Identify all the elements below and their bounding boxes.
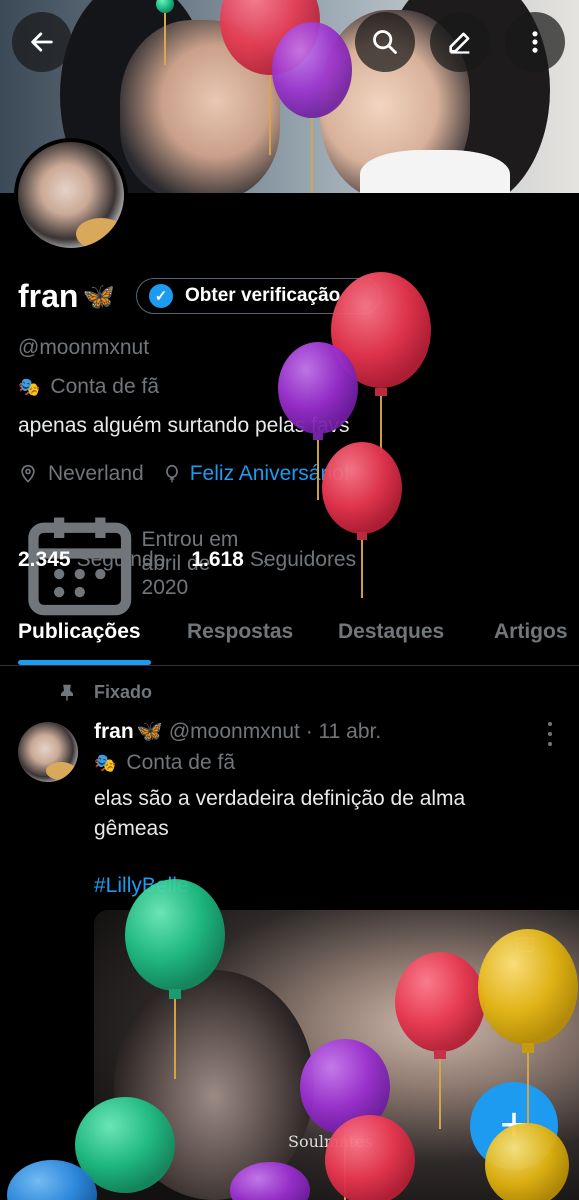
search-icon [373, 30, 397, 54]
back-arrow-icon [31, 32, 53, 52]
followers-count: 1.618 [191, 548, 244, 571]
tab-publicacoes[interactable]: Publicações [18, 620, 141, 644]
butterfly-emoji: 🦋 [82, 281, 115, 311]
balloon-icon [165, 464, 178, 483]
tab-destaques[interactable]: Destaques [338, 620, 444, 644]
post-header: fran 🦋 @moonmxnut · 11 abr. [94, 720, 381, 744]
tab-artigos[interactable]: Artigos [494, 620, 568, 644]
pencil-icon [449, 32, 470, 54]
profile-meta: Neverland Feliz Aniversário! [18, 462, 350, 486]
theater-mask-icon: 🎭 [94, 752, 117, 773]
video-caption: Soulmates [288, 1132, 373, 1151]
post-more-button[interactable] [546, 722, 554, 746]
compose-button[interactable]: + [470, 1082, 558, 1170]
following-label: Seguindo [76, 548, 166, 571]
more-vertical-icon [532, 31, 538, 53]
post-text: elas são a verdadeira definição de alma … [94, 787, 466, 840]
search-button[interactable] [355, 12, 415, 72]
profile-name: fran [18, 278, 79, 314]
plus-icon: + [499, 1099, 529, 1152]
theater-mask-icon: 🎭 [18, 376, 41, 397]
following-count: 2.345 [18, 548, 71, 571]
following-link[interactable]: 2.345 Seguindo [18, 548, 165, 572]
back-button[interactable] [12, 12, 72, 72]
birthday-label: Feliz Aniversário! [189, 462, 350, 485]
post-author-avatar[interactable] [18, 722, 78, 782]
profile-category: 🎭 Conta de fã [18, 375, 159, 399]
active-tab-indicator [18, 660, 151, 665]
profile-tabs: Publicações Respostas Destaques Artigos [0, 604, 579, 666]
followers-label: Seguidores [249, 548, 357, 571]
profile-category-label: Conta de fã [50, 375, 160, 398]
profile-handle: @moonmxnut [18, 336, 150, 359]
pin-icon [61, 684, 73, 700]
birthday-link[interactable]: Feliz Aniversário! [162, 462, 350, 486]
get-verified-button[interactable]: ✓ Obter verificação [136, 278, 381, 314]
follow-stats: 2.345 Seguindo 1.618 Seguidores [18, 548, 356, 572]
more-button[interactable] [505, 12, 565, 72]
get-verified-label: Obter verificação [185, 285, 341, 306]
post-hashtag[interactable]: #LillyBelle [94, 874, 189, 898]
pinned-label: Fixado [94, 682, 153, 702]
profile-bio: apenas alguém surtando pelas favs [18, 414, 350, 437]
pinned-indicator: Fixado [58, 682, 152, 703]
post-author-name[interactable]: fran [94, 720, 134, 744]
tab-respostas[interactable]: Respostas [187, 620, 293, 644]
post-author-emoji: 🦋 [136, 720, 163, 743]
post-author-category: 🎭 Conta de fã [94, 751, 235, 775]
post-handle-date: @moonmxnut · 11 abr. [168, 720, 382, 743]
balloon-blue-bottom [7, 1160, 97, 1200]
profile-location: Neverland [48, 462, 144, 485]
post-category-label: Conta de fã [126, 751, 236, 774]
edit-button[interactable] [430, 12, 490, 72]
captions-icon[interactable]: CC [516, 938, 534, 952]
verified-badge-icon: ✓ [149, 284, 173, 308]
profile-avatar[interactable] [14, 138, 128, 252]
followers-link[interactable]: 1.618 Seguidores [191, 548, 356, 572]
profile-name-row: fran 🦋 [18, 278, 115, 315]
location-pin-icon [21, 464, 35, 483]
